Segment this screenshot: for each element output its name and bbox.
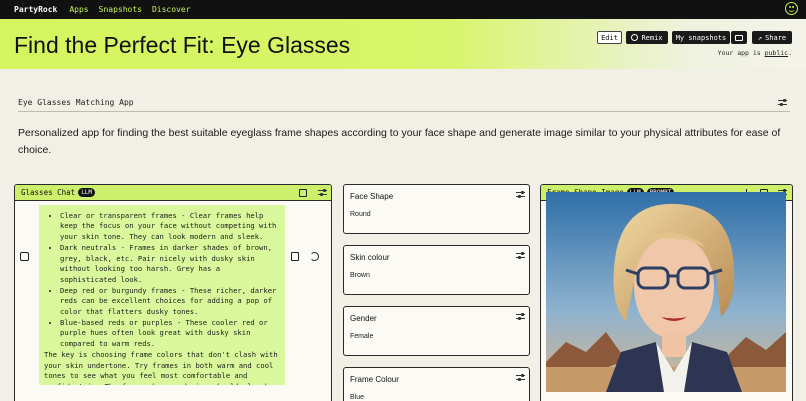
face-shape-widget: Face Shape Round bbox=[343, 184, 530, 234]
profile-smiley-icon[interactable] bbox=[785, 2, 798, 15]
public-status-note: Your app is public. bbox=[717, 49, 792, 57]
camera-button[interactable] bbox=[731, 31, 747, 44]
gender-label: Gender bbox=[350, 314, 377, 323]
settings-sliders-icon[interactable] bbox=[778, 99, 787, 107]
remix-button[interactable]: Remix bbox=[626, 31, 668, 44]
skin-colour-settings-icon[interactable] bbox=[516, 252, 525, 260]
frame-colour-widget: Frame Colour Blue bbox=[343, 367, 530, 401]
face-shape-label: Face Shape bbox=[350, 192, 394, 201]
share-button[interactable]: ↗ Share bbox=[752, 31, 792, 44]
assistant-avatar-icon bbox=[20, 252, 29, 261]
frame-colour-label: Frame Colour bbox=[350, 375, 399, 384]
face-shape-settings-icon[interactable] bbox=[516, 191, 525, 199]
chat-list-item: Clear or transparent frames - Clear fram… bbox=[60, 211, 280, 243]
glasses-chat-widget: Glasses Chat LLM x Clear or transparent … bbox=[14, 184, 332, 401]
app-header: Find the Perfect Fit: Eye Glasses Edit R… bbox=[0, 19, 806, 69]
chat-widget-title: Glasses Chat bbox=[21, 188, 76, 197]
skin-colour-label: Skin colour bbox=[350, 253, 390, 262]
public-link[interactable]: public bbox=[765, 49, 788, 57]
camera-icon bbox=[735, 34, 743, 41]
chat-list-item: Dark neutrals - Frames in darker shades … bbox=[60, 243, 280, 286]
top-nav: PartyRock Apps Snapshots Discover bbox=[0, 0, 806, 19]
remix-icon bbox=[631, 34, 639, 41]
nav-link-snapshots[interactable]: Snapshots bbox=[99, 5, 142, 14]
gender-widget: Gender Female bbox=[343, 306, 530, 356]
nav-link-apps[interactable]: Apps bbox=[69, 5, 88, 14]
regenerate-icon[interactable] bbox=[310, 252, 319, 261]
frame-shape-image-widget: Frame Shape Image LLM PROMPT bbox=[540, 184, 793, 401]
assistant-message: x Clear or transparent frames - Clear fr… bbox=[39, 205, 285, 385]
frame-colour-value[interactable]: Blue bbox=[350, 394, 364, 401]
chat-messages[interactable]: x Clear or transparent frames - Clear fr… bbox=[15, 201, 331, 401]
frame-colour-settings-icon[interactable] bbox=[516, 374, 525, 382]
nav-link-discover[interactable]: Discover bbox=[152, 5, 191, 14]
llm-badge: LLM bbox=[78, 188, 96, 197]
skin-colour-widget: Skin colour Brown bbox=[343, 245, 530, 295]
skin-colour-value[interactable]: Brown bbox=[350, 272, 370, 279]
chat-widget-header: Glasses Chat LLM bbox=[15, 185, 331, 201]
gender-value[interactable]: Female bbox=[350, 333, 373, 340]
subtitle-divider bbox=[18, 111, 790, 112]
share-icon: ↗ bbox=[757, 33, 763, 42]
brand-logo[interactable]: PartyRock bbox=[14, 5, 57, 14]
chat-closing-text: The key is choosing frame colors that do… bbox=[44, 349, 278, 385]
face-shape-value[interactable]: Round bbox=[350, 211, 371, 218]
portrait-illustration bbox=[546, 192, 786, 392]
copy-icon[interactable] bbox=[291, 252, 299, 261]
edit-button[interactable]: Edit bbox=[597, 31, 622, 44]
gender-settings-icon[interactable] bbox=[516, 313, 525, 321]
generated-portrait-image bbox=[546, 192, 786, 392]
chat-settings-icon[interactable] bbox=[318, 189, 327, 197]
app-description: Personalized app for finding the best su… bbox=[18, 127, 781, 156]
chat-list-item: Blue-based reds or purples - These coole… bbox=[60, 318, 280, 350]
page-title: Find the Perfect Fit: Eye Glasses bbox=[14, 32, 351, 58]
my-snapshots-button[interactable]: My snapshots bbox=[672, 31, 730, 44]
app-subtitle: Eye Glasses Matching App bbox=[18, 98, 134, 107]
save-icon[interactable] bbox=[299, 189, 307, 197]
chat-list-item: Deep red or burgundy frames - These rich… bbox=[60, 286, 280, 318]
